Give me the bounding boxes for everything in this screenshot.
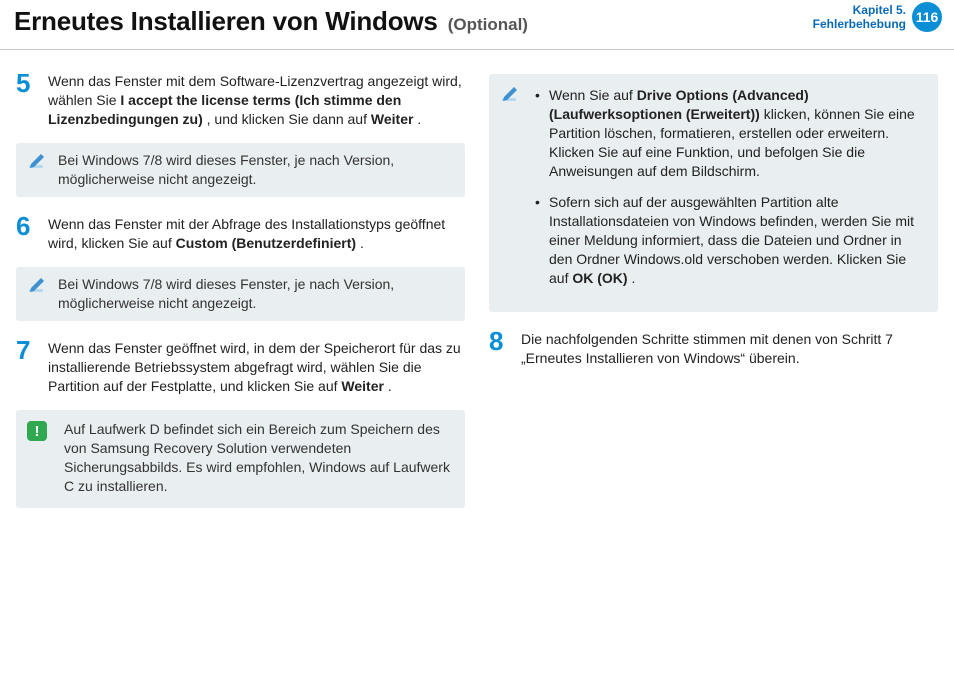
note-text: Bei Windows 7/8 wird dieses Fenster, je … — [58, 275, 453, 313]
page-number-badge: 116 — [912, 2, 942, 32]
step-body: Wenn das Fenster geöffnet wird, in dem d… — [48, 339, 465, 396]
text: Wenn Sie auf — [549, 87, 637, 103]
step-body: Wenn das Fenster mit dem Software-Lizenz… — [48, 72, 465, 129]
header-rule — [0, 49, 954, 50]
chapter-line-2: Fehlerbehebung — [813, 17, 906, 31]
warning-text: Auf Laufwerk D befindet sich ein Bereich… — [64, 420, 451, 496]
exclamation-badge: ! — [27, 421, 47, 441]
step-5: 5 Wenn das Fenster mit dem Software-Lize… — [16, 72, 465, 129]
bold: Weiter — [341, 378, 384, 394]
bold: Weiter — [371, 111, 414, 127]
text: . — [388, 378, 392, 394]
list-item: Sofern sich auf der ausgewählten Partiti… — [535, 193, 924, 288]
step-body: Die nachfolgenden Schritte stimmen mit d… — [521, 330, 938, 368]
text: . — [417, 111, 421, 127]
exclamation-icon: ! — [26, 420, 48, 442]
right-column: Wenn Sie auf Drive Options (Advanced) (L… — [489, 72, 938, 526]
bullet-list: Wenn Sie auf Drive Options (Advanced) (L… — [535, 86, 924, 288]
step-number: 6 — [16, 215, 38, 253]
text: . — [360, 235, 364, 251]
step-8: 8 Die nachfolgenden Schritte stimmen mit… — [489, 330, 938, 368]
bold: OK (OK) — [572, 270, 627, 286]
page-header: Erneutes Installieren von Windows (Optio… — [0, 0, 954, 41]
step-number: 8 — [489, 330, 511, 368]
note-box: Bei Windows 7/8 wird dieses Fenster, je … — [16, 143, 465, 197]
page-subtitle: (Optional) — [448, 15, 528, 35]
chapter-text: Kapitel 5. Fehlerbehebung — [813, 3, 906, 31]
text: . — [631, 270, 635, 286]
step-number: 5 — [16, 72, 38, 129]
text: , und klicken Sie dann auf — [207, 111, 371, 127]
content-columns: 5 Wenn das Fenster mit dem Software-Lize… — [0, 52, 954, 526]
page-title: Erneutes Installieren von Windows — [14, 6, 438, 37]
note-text: Bei Windows 7/8 wird dieses Fenster, je … — [58, 151, 453, 189]
chapter-line-1: Kapitel 5. — [813, 3, 906, 17]
text: Wenn das Fenster geöffnet wird, in dem d… — [48, 340, 461, 394]
step-7: 7 Wenn das Fenster geöffnet wird, in dem… — [16, 339, 465, 396]
step-body: Wenn das Fenster mit der Abfrage des Ins… — [48, 215, 465, 253]
note-body: Wenn Sie auf Drive Options (Advanced) (L… — [535, 86, 924, 288]
step-6: 6 Wenn das Fenster mit der Abfrage des I… — [16, 215, 465, 253]
text: Die nachfolgenden Schritte stimmen mit d… — [521, 331, 893, 366]
note-box: Bei Windows 7/8 wird dieses Fenster, je … — [16, 267, 465, 321]
left-column: 5 Wenn das Fenster mit dem Software-Lize… — [16, 72, 465, 526]
pencil-icon — [26, 151, 48, 173]
bold: Custom (Benutzerdefiniert) — [176, 235, 356, 251]
list-item: Wenn Sie auf Drive Options (Advanced) (L… — [535, 86, 924, 181]
pencil-icon — [26, 275, 48, 297]
chapter-block: Kapitel 5. Fehlerbehebung 116 — [813, 2, 942, 32]
step-number: 7 — [16, 339, 38, 396]
pencil-icon — [499, 84, 521, 106]
warning-box: ! Auf Laufwerk D befindet sich ein Berei… — [16, 410, 465, 508]
note-box: Wenn Sie auf Drive Options (Advanced) (L… — [489, 74, 938, 312]
